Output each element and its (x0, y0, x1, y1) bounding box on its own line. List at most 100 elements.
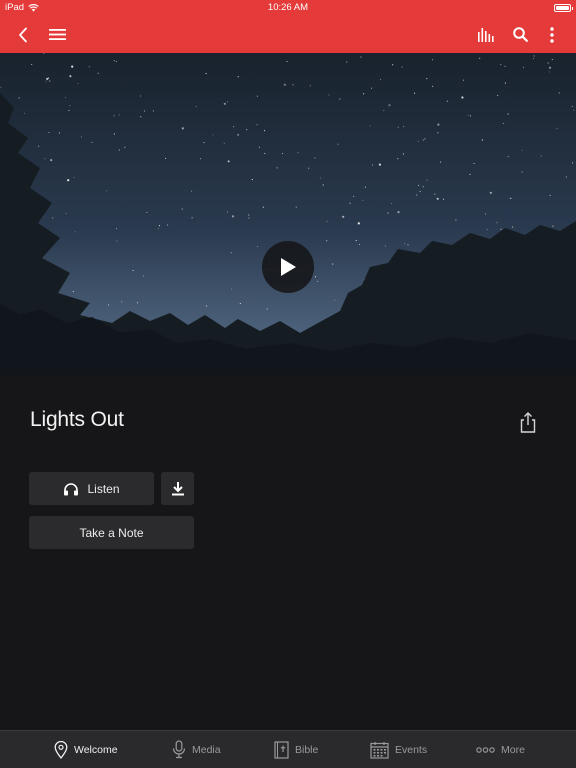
star (237, 76, 239, 78)
more-options-button[interactable] (542, 16, 562, 53)
tab-bible[interactable]: Bible (274, 731, 318, 768)
star (548, 66, 552, 69)
bible-icon (274, 740, 289, 759)
audio-button[interactable] (475, 16, 497, 53)
download-button[interactable] (161, 472, 194, 505)
star (44, 158, 46, 160)
star (115, 60, 117, 62)
star (72, 291, 74, 293)
star (283, 83, 286, 86)
star (362, 199, 364, 202)
battery-icon (554, 4, 573, 12)
star (434, 193, 436, 195)
star (419, 190, 421, 193)
star (58, 132, 60, 134)
listen-button[interactable]: Listen (29, 472, 154, 505)
star (49, 80, 51, 82)
star (132, 269, 134, 272)
star (91, 141, 93, 143)
star (266, 308, 268, 310)
star (276, 167, 278, 169)
star (440, 161, 442, 163)
star (424, 138, 426, 140)
star (223, 102, 226, 105)
star (319, 177, 321, 179)
star (181, 208, 183, 210)
star (533, 55, 535, 57)
star (191, 190, 193, 192)
star (256, 95, 258, 97)
star (509, 197, 511, 199)
star (482, 139, 484, 142)
star (437, 123, 440, 126)
star (237, 133, 240, 136)
media-hero-image (0, 53, 576, 375)
star (50, 159, 53, 162)
tab-welcome[interactable]: Welcome (54, 731, 118, 768)
take-note-button[interactable]: Take a Note (29, 516, 194, 549)
star (371, 164, 374, 166)
star (403, 126, 405, 128)
star (228, 160, 230, 163)
star (481, 138, 483, 140)
star (256, 124, 258, 126)
star (523, 66, 525, 68)
star (65, 212, 67, 214)
star (205, 73, 207, 75)
tab-bar: Welcome Media Bible Events More (0, 730, 576, 768)
star (48, 132, 50, 134)
star (500, 228, 502, 230)
star (404, 243, 406, 245)
star (565, 176, 567, 178)
back-icon (19, 27, 27, 42)
tab-more[interactable]: More (476, 731, 525, 768)
star (143, 110, 146, 112)
star (203, 142, 205, 144)
star (346, 61, 348, 63)
star (484, 213, 487, 215)
star (357, 222, 360, 225)
star (48, 77, 50, 79)
menu-icon (48, 29, 66, 40)
play-button[interactable] (262, 241, 314, 293)
star (486, 229, 488, 231)
tab-media[interactable]: Media (172, 731, 221, 768)
back-button[interactable] (12, 16, 34, 53)
star (397, 211, 400, 214)
star (231, 288, 233, 290)
star (124, 146, 126, 148)
star (246, 129, 248, 131)
star (334, 299, 336, 301)
star (251, 179, 253, 181)
tab-events[interactable]: Events (370, 731, 427, 768)
tab-bible-label: Bible (295, 743, 319, 756)
listen-label: Listen (87, 481, 120, 496)
status-time: 10:26 AM (267, 2, 309, 13)
star (326, 240, 328, 242)
share-button[interactable] (518, 411, 538, 435)
star (426, 179, 428, 181)
star (281, 153, 284, 155)
star (360, 56, 362, 58)
star (67, 179, 70, 182)
star (69, 105, 71, 107)
star (371, 87, 373, 89)
star (212, 134, 214, 136)
star (118, 149, 120, 151)
star (140, 116, 142, 118)
star (402, 153, 404, 155)
star (18, 97, 20, 99)
star (552, 225, 554, 227)
star (358, 243, 360, 245)
star (571, 105, 573, 107)
star (549, 194, 551, 196)
star (431, 59, 434, 61)
star (286, 60, 288, 63)
search-button[interactable] (509, 16, 531, 53)
audio-levels-icon (478, 28, 494, 42)
star (384, 245, 386, 247)
star (417, 140, 420, 142)
microphone-icon (172, 740, 186, 759)
menu-button[interactable] (46, 16, 68, 53)
battery-level (556, 6, 569, 10)
